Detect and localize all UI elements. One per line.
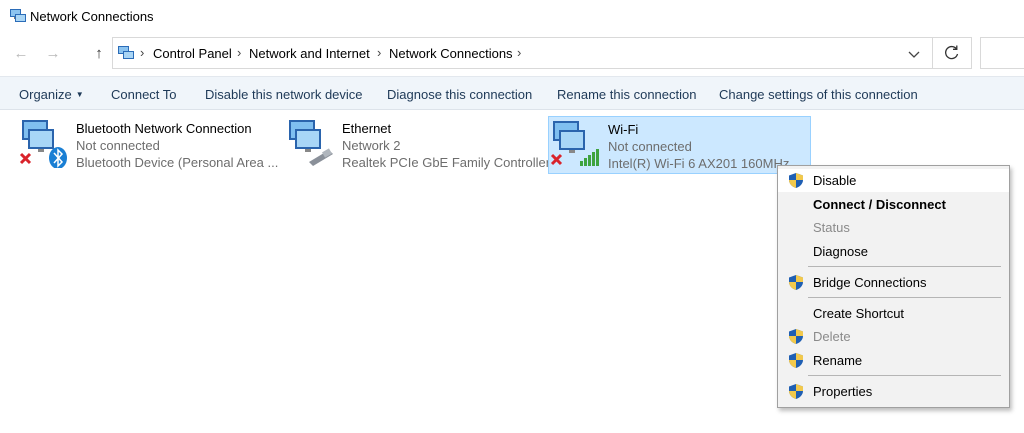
uac-shield-icon [789,275,803,290]
connection-device: Realtek PCIe GbE Family Controller [342,155,551,170]
context-menu: Disable Connect / Disconnect Status Diag… [777,165,1010,408]
organize-menu[interactable]: Organize ▼ [19,87,84,102]
arrow-right-icon[interactable]: → [44,44,62,62]
menu-item-rename[interactable]: Rename [778,349,1009,372]
connection-status: Not connected [608,139,692,154]
breadcrumb-network-and-internet[interactable]: Network and Internet [249,46,370,61]
connection-item-wifi[interactable]: Wi-Fi Not connected Intel(R) Wi-Fi 6 AX2… [548,116,811,174]
command-bar: Organize ▼ Connect To Disable this networ… [0,76,1024,110]
address-bar[interactable]: › Control Panel › Network and Internet ›… [112,37,972,69]
arrow-left-icon[interactable]: ← [12,44,30,62]
ethernet-icon [289,120,333,166]
menu-item-bridge-connections[interactable]: Bridge Connections [778,271,1009,294]
menu-item-label: Disable [813,173,857,188]
menu-item-label: Rename [813,353,863,368]
chevron-down-icon[interactable] [905,46,923,62]
title-bar: Network Connections [0,0,1024,34]
menu-item-diagnose[interactable]: Diagnose [778,240,1009,263]
connection-device: Intel(R) Wi-Fi 6 AX201 160MHz [608,156,790,171]
connection-name: Wi-Fi [608,122,639,137]
network-connections-icon [10,9,26,22]
connection-item-bluetooth[interactable]: Bluetooth Network Connection Not connect… [18,116,278,174]
menu-separator [808,375,1001,376]
menu-item-label: Create Shortcut [813,306,905,321]
breadcrumb-network-connections[interactable]: Network Connections [389,46,513,61]
menu-item-label: Diagnose [813,244,868,259]
menu-item-status: Status [778,216,1009,239]
uac-shield-icon [789,329,803,344]
chevron-right-icon: › [140,45,145,60]
menu-item-delete: Delete [778,325,1009,348]
disable-device-button[interactable]: Disable this network device [205,87,363,102]
menu-separator [808,297,1001,298]
chevron-right-icon[interactable]: › [517,45,521,60]
network-connections-icon [118,46,134,59]
chevron-right-icon[interactable]: › [377,45,381,60]
rename-connection-button[interactable]: Rename this connection [557,87,696,102]
connect-to-button[interactable]: Connect To [111,87,177,102]
wifi-icon [550,121,599,166]
connection-status: Not connected [76,138,160,153]
breadcrumb-control-panel[interactable]: Control Panel [153,46,232,61]
menu-item-label: Status [813,220,850,235]
bluetooth-network-icon [19,120,67,168]
menu-item-connect-disconnect[interactable]: Connect / Disconnect [778,193,1009,216]
menu-item-disable[interactable]: Disable [778,169,1009,192]
navigation-bar: ← → ↑ › Control Panel › Network and Inte… [0,36,1024,70]
menu-item-label: Connect / Disconnect [813,197,946,212]
menu-item-properties[interactable]: Properties [778,380,1009,403]
refresh-icon[interactable] [943,44,961,62]
address-divider [932,38,933,68]
diagnose-connection-button[interactable]: Diagnose this connection [387,87,532,102]
menu-item-create-shortcut[interactable]: Create Shortcut [778,302,1009,325]
caret-down-icon: ▼ [75,90,84,99]
connection-status: Network 2 [342,138,401,153]
change-settings-button[interactable]: Change settings of this connection [719,87,918,102]
search-input[interactable] [980,37,1024,69]
menu-item-label: Properties [813,384,873,399]
uac-shield-icon [789,353,803,368]
uac-shield-icon [789,384,803,399]
connection-device: Bluetooth Device (Personal Area ... [76,155,279,170]
connection-name: Bluetooth Network Connection [76,121,252,136]
menu-item-label: Delete [813,329,851,344]
connection-item-ethernet[interactable]: Ethernet Network 2 Realtek PCIe GbE Fami… [285,116,550,174]
connection-name: Ethernet [342,121,392,136]
arrow-up-icon[interactable]: ↑ [90,44,108,62]
window-title: Network Connections [30,9,154,24]
menu-separator [808,266,1001,267]
menu-item-label: Bridge Connections [813,275,927,290]
chevron-right-icon[interactable]: › [237,45,241,60]
uac-shield-icon [789,173,803,188]
organize-label: Organize [19,87,72,102]
